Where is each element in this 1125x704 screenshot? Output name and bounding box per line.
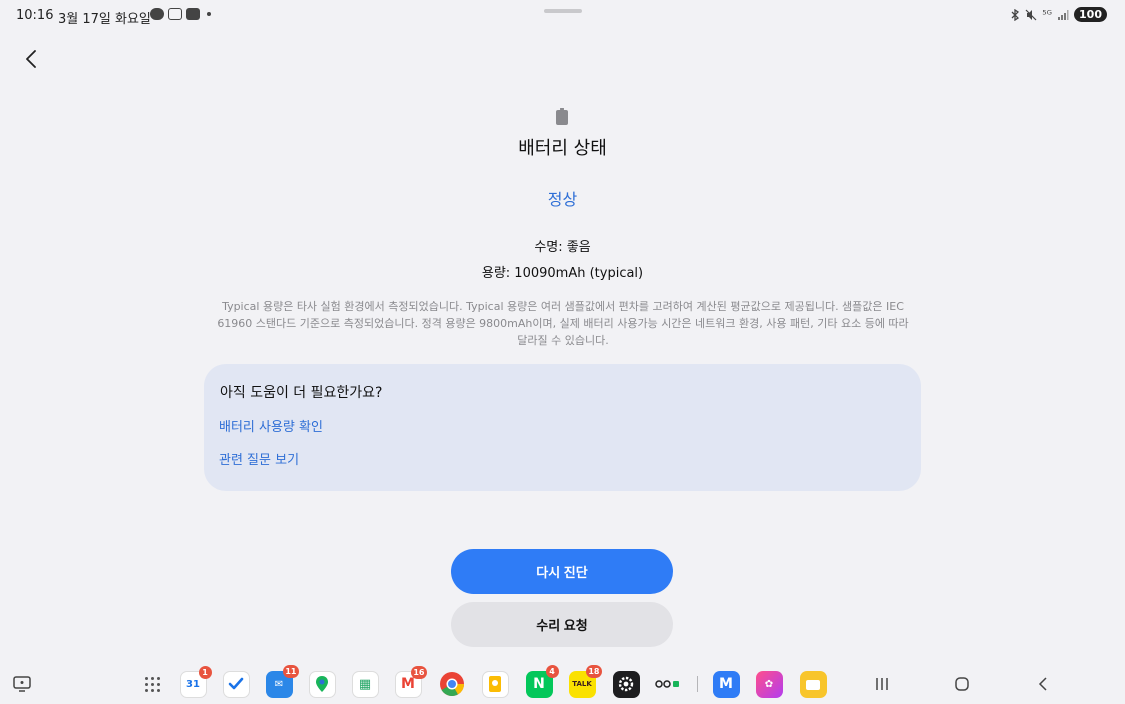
help-title: 아직 도움이 더 필요한가요? [220,385,383,401]
kakaotalk-badge: 18 [586,664,602,678]
tablet-device-icon [13,676,31,692]
mybox-app[interactable]: M [712,670,740,698]
recent-apps-button[interactable] [8,670,36,698]
recents-nav-button[interactable] [868,670,896,698]
gallery-app[interactable]: ✿ [755,670,783,698]
mybox-icon: M [712,670,740,698]
mail-app-badge: 11 [283,664,299,678]
signal-icon [1058,9,1069,20]
gmail-icon: M 16 [394,665,427,698]
settings-app[interactable] [612,670,640,698]
flower-icon: ✿ [755,670,783,698]
calendar-badge: 1 [198,665,212,679]
chrome-app[interactable] [438,670,466,698]
rediagnose-button[interactable]: 다시 진단 [451,549,673,594]
files-app[interactable] [799,670,827,698]
mail-app[interactable]: ✉ 11 [265,664,299,698]
keep-app[interactable] [481,670,509,698]
status-time: 10:16 [16,8,54,23]
kakaotalk-app[interactable]: TALK 18 [568,664,602,698]
page-title: 배터리 상태 [518,138,607,159]
mybox-app-label: M [719,676,733,692]
naver-app-label: N [533,676,545,692]
screenshot-icon [168,8,182,20]
gear-icon [612,670,640,698]
5g-icon: ⁵ᴳ [1042,8,1053,21]
gmail-app[interactable]: M 16 [394,665,427,698]
taskbar: 31 1 ✉ 11 ▦ M 16 N 4 TALK 18 M ✿ [0,664,1125,704]
battery-level-badge: 100 [1074,7,1107,22]
naver-map-app[interactable] [308,670,336,698]
folder-icon [799,670,827,698]
calendar-app-label: 31 [186,678,200,690]
lightbulb-icon [481,670,509,698]
apps-grid-icon [144,676,160,692]
map-pin-icon [308,670,336,698]
nav-back-icon [1038,677,1047,691]
status-icons-right: ⁵ᴳ 100 [1010,7,1107,22]
sheets-app[interactable]: ▦ [351,670,379,698]
spreadsheet-icon: ▦ [351,670,379,698]
status-bar: 10:16 3월 17일 화요일 ⁵ᴳ 100 [0,0,1125,32]
help-card: 아직 도움이 더 필요한가요? 배터리 사용량 확인 관련 질문 보기 [204,364,921,491]
battery-usage-link[interactable]: 배터리 사용량 확인 [219,416,323,435]
app-pair-icon [655,680,679,688]
battery-lifespan: 수명: 좋음 [534,240,591,255]
mute-icon [1025,9,1037,20]
naver-badge: 4 [545,664,559,678]
app-drawer-button[interactable] [138,670,166,698]
mail-envelope-icon: ✉ 11 [265,664,299,698]
back-arrow-icon [26,50,36,68]
naver-icon: N 4 [525,664,559,698]
capacity-note: Typical 용량은 타사 실험 환경에서 측정되었습니다. Typical … [217,300,909,347]
back-button[interactable] [18,46,44,72]
back-nav-button[interactable] [1029,670,1057,698]
repair-request-button[interactable]: 수리 요청 [451,602,673,647]
battery-capacity: 용량: 10090mAh (typical) [481,266,644,281]
battery-icon [556,108,568,125]
calendar-icon: 31 1 [179,665,212,698]
drag-handle[interactable] [544,9,582,13]
battery-status-value: 정상 [547,190,578,209]
home-icon [955,677,969,691]
dot-icon [207,12,211,16]
youtube-icon [186,8,200,20]
taskbar-divider [697,676,698,692]
multi-app-launcher[interactable] [655,670,683,698]
gmail-badge: 16 [411,665,427,679]
calendar-app[interactable]: 31 1 [179,665,212,698]
sheets-app-label: ▦ [358,676,372,692]
tasks-app[interactable] [222,670,250,698]
home-nav-button[interactable] [948,670,976,698]
naver-app[interactable]: N 4 [525,664,559,698]
kakaotalk-app-label: TALK [572,680,592,688]
notification-icons [150,8,211,20]
talk-icon [150,8,164,20]
related-faq-link[interactable]: 관련 질문 보기 [219,449,299,468]
recents-icon [876,678,888,690]
checkmark-icon [222,670,250,698]
chrome-icon [440,672,464,697]
status-date: 3월 17일 화요일 [58,12,151,27]
kakaotalk-icon: TALK 18 [568,664,602,698]
gmail-app-label: M [401,676,415,692]
bluetooth-icon [1011,8,1020,21]
